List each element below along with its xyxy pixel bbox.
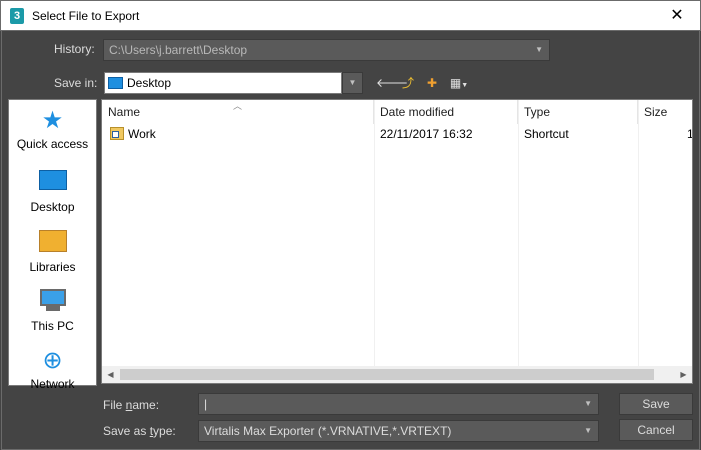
save-in-label: Save in: <box>54 76 98 90</box>
column-header-size[interactable]: Size <box>638 100 692 124</box>
computer-icon <box>38 289 68 317</box>
place-label: This PC <box>31 319 74 333</box>
chevron-down-icon: ▼ <box>348 78 357 87</box>
folder-shortcut-icon <box>110 127 124 140</box>
column-header-date[interactable]: Date modified <box>374 100 518 124</box>
desktop-folder-icon <box>108 77 123 89</box>
sort-ascending-icon: ︿ <box>233 101 243 111</box>
place-network[interactable]: ⊕ Network <box>9 347 96 407</box>
app-icon: 3 <box>10 8 24 24</box>
chevron-down-icon: ▼ <box>584 426 592 435</box>
place-label: Desktop <box>30 200 75 214</box>
history-dropdown[interactable]: C:\Users\j.barrett\Desktop ▼ <box>103 39 550 61</box>
file-name-label: File name: <box>103 398 160 412</box>
file-row[interactable]: Work 22/11/2017 16:32 Shortcut 1 <box>102 124 692 144</box>
dialog-body: History: C:\Users\j.barrett\Desktop ▼ Sa… <box>1 31 700 450</box>
scroll-thumb[interactable] <box>120 369 654 380</box>
file-name-input[interactable]: | ▼ <box>198 393 599 415</box>
column-header-label: Name <box>108 105 141 119</box>
libraries-icon <box>38 230 68 258</box>
file-name-cell: Work <box>128 127 156 141</box>
view-grid-icon: ▦ <box>449 76 462 90</box>
new-folder-button[interactable]: ✚ <box>422 72 442 94</box>
chevron-down-icon: ▼ <box>535 45 543 54</box>
scroll-left-icon[interactable]: ◀ <box>102 366 119 383</box>
save-in-value: Desktop <box>127 76 172 90</box>
up-folder-button[interactable]: ⤴ <box>398 72 418 94</box>
desktop-icon <box>38 170 68 198</box>
place-label: Libraries <box>29 260 76 274</box>
save-as-type-dropdown[interactable]: Virtalis Max Exporter (*.VRNATIVE,*.VRTE… <box>198 420 599 442</box>
chevron-down-icon: ▼ <box>584 399 592 408</box>
view-menu-button[interactable]: ▦▼ <box>446 72 472 94</box>
place-libraries[interactable]: Libraries <box>9 227 96 287</box>
horizontal-scrollbar[interactable]: ◀ ▶ <box>102 366 692 383</box>
places-bar: ★ Quick access Desktop Libraries This PC… <box>8 99 97 391</box>
file-list[interactable]: Name ︿ Date modified Type Size Work 22/1… <box>101 99 693 384</box>
column-header-type[interactable]: Type <box>518 100 638 124</box>
scroll-right-icon[interactable]: ▶ <box>675 366 692 383</box>
place-label: Quick access <box>16 137 89 151</box>
chevron-down-icon: ▼ <box>461 82 469 89</box>
save-as-type-value: Virtalis Max Exporter (*.VRNATIVE,*.VRTE… <box>204 424 452 438</box>
place-quick-access[interactable]: ★ Quick access <box>9 107 96 167</box>
back-button[interactable]: 🡐 <box>376 72 408 94</box>
save-as-type-label: Save as type: <box>103 424 176 438</box>
column-header-name[interactable]: Name ︿ <box>102 100 374 124</box>
cancel-button[interactable]: Cancel <box>619 419 693 441</box>
history-label: History: <box>54 42 95 56</box>
place-label: Network <box>30 377 75 391</box>
up-folder-icon: ⤴ <box>401 76 414 90</box>
close-button[interactable]: ✕ <box>654 1 700 31</box>
text-cursor: | <box>204 397 208 411</box>
place-desktop[interactable]: Desktop <box>9 167 96 227</box>
new-folder-icon: ✚ <box>426 76 438 90</box>
save-button[interactable]: Save <box>619 393 693 415</box>
window-title: Select File to Export <box>32 9 140 23</box>
history-value: C:\Users\j.barrett\Desktop <box>109 43 248 57</box>
file-size-cell: 1 <box>687 124 692 144</box>
star-icon: ★ <box>41 107 64 134</box>
save-in-dropdown-button[interactable]: ▼ <box>342 72 363 94</box>
title-bar: 3 Select File to Export ✕ <box>0 0 701 31</box>
file-type-cell: Shortcut <box>524 127 569 141</box>
place-this-pc[interactable]: This PC <box>9 287 96 347</box>
file-date-cell: 22/11/2017 16:32 <box>380 127 473 141</box>
save-in-dropdown[interactable]: Desktop <box>104 72 342 94</box>
network-icon: ⊕ <box>42 347 63 374</box>
